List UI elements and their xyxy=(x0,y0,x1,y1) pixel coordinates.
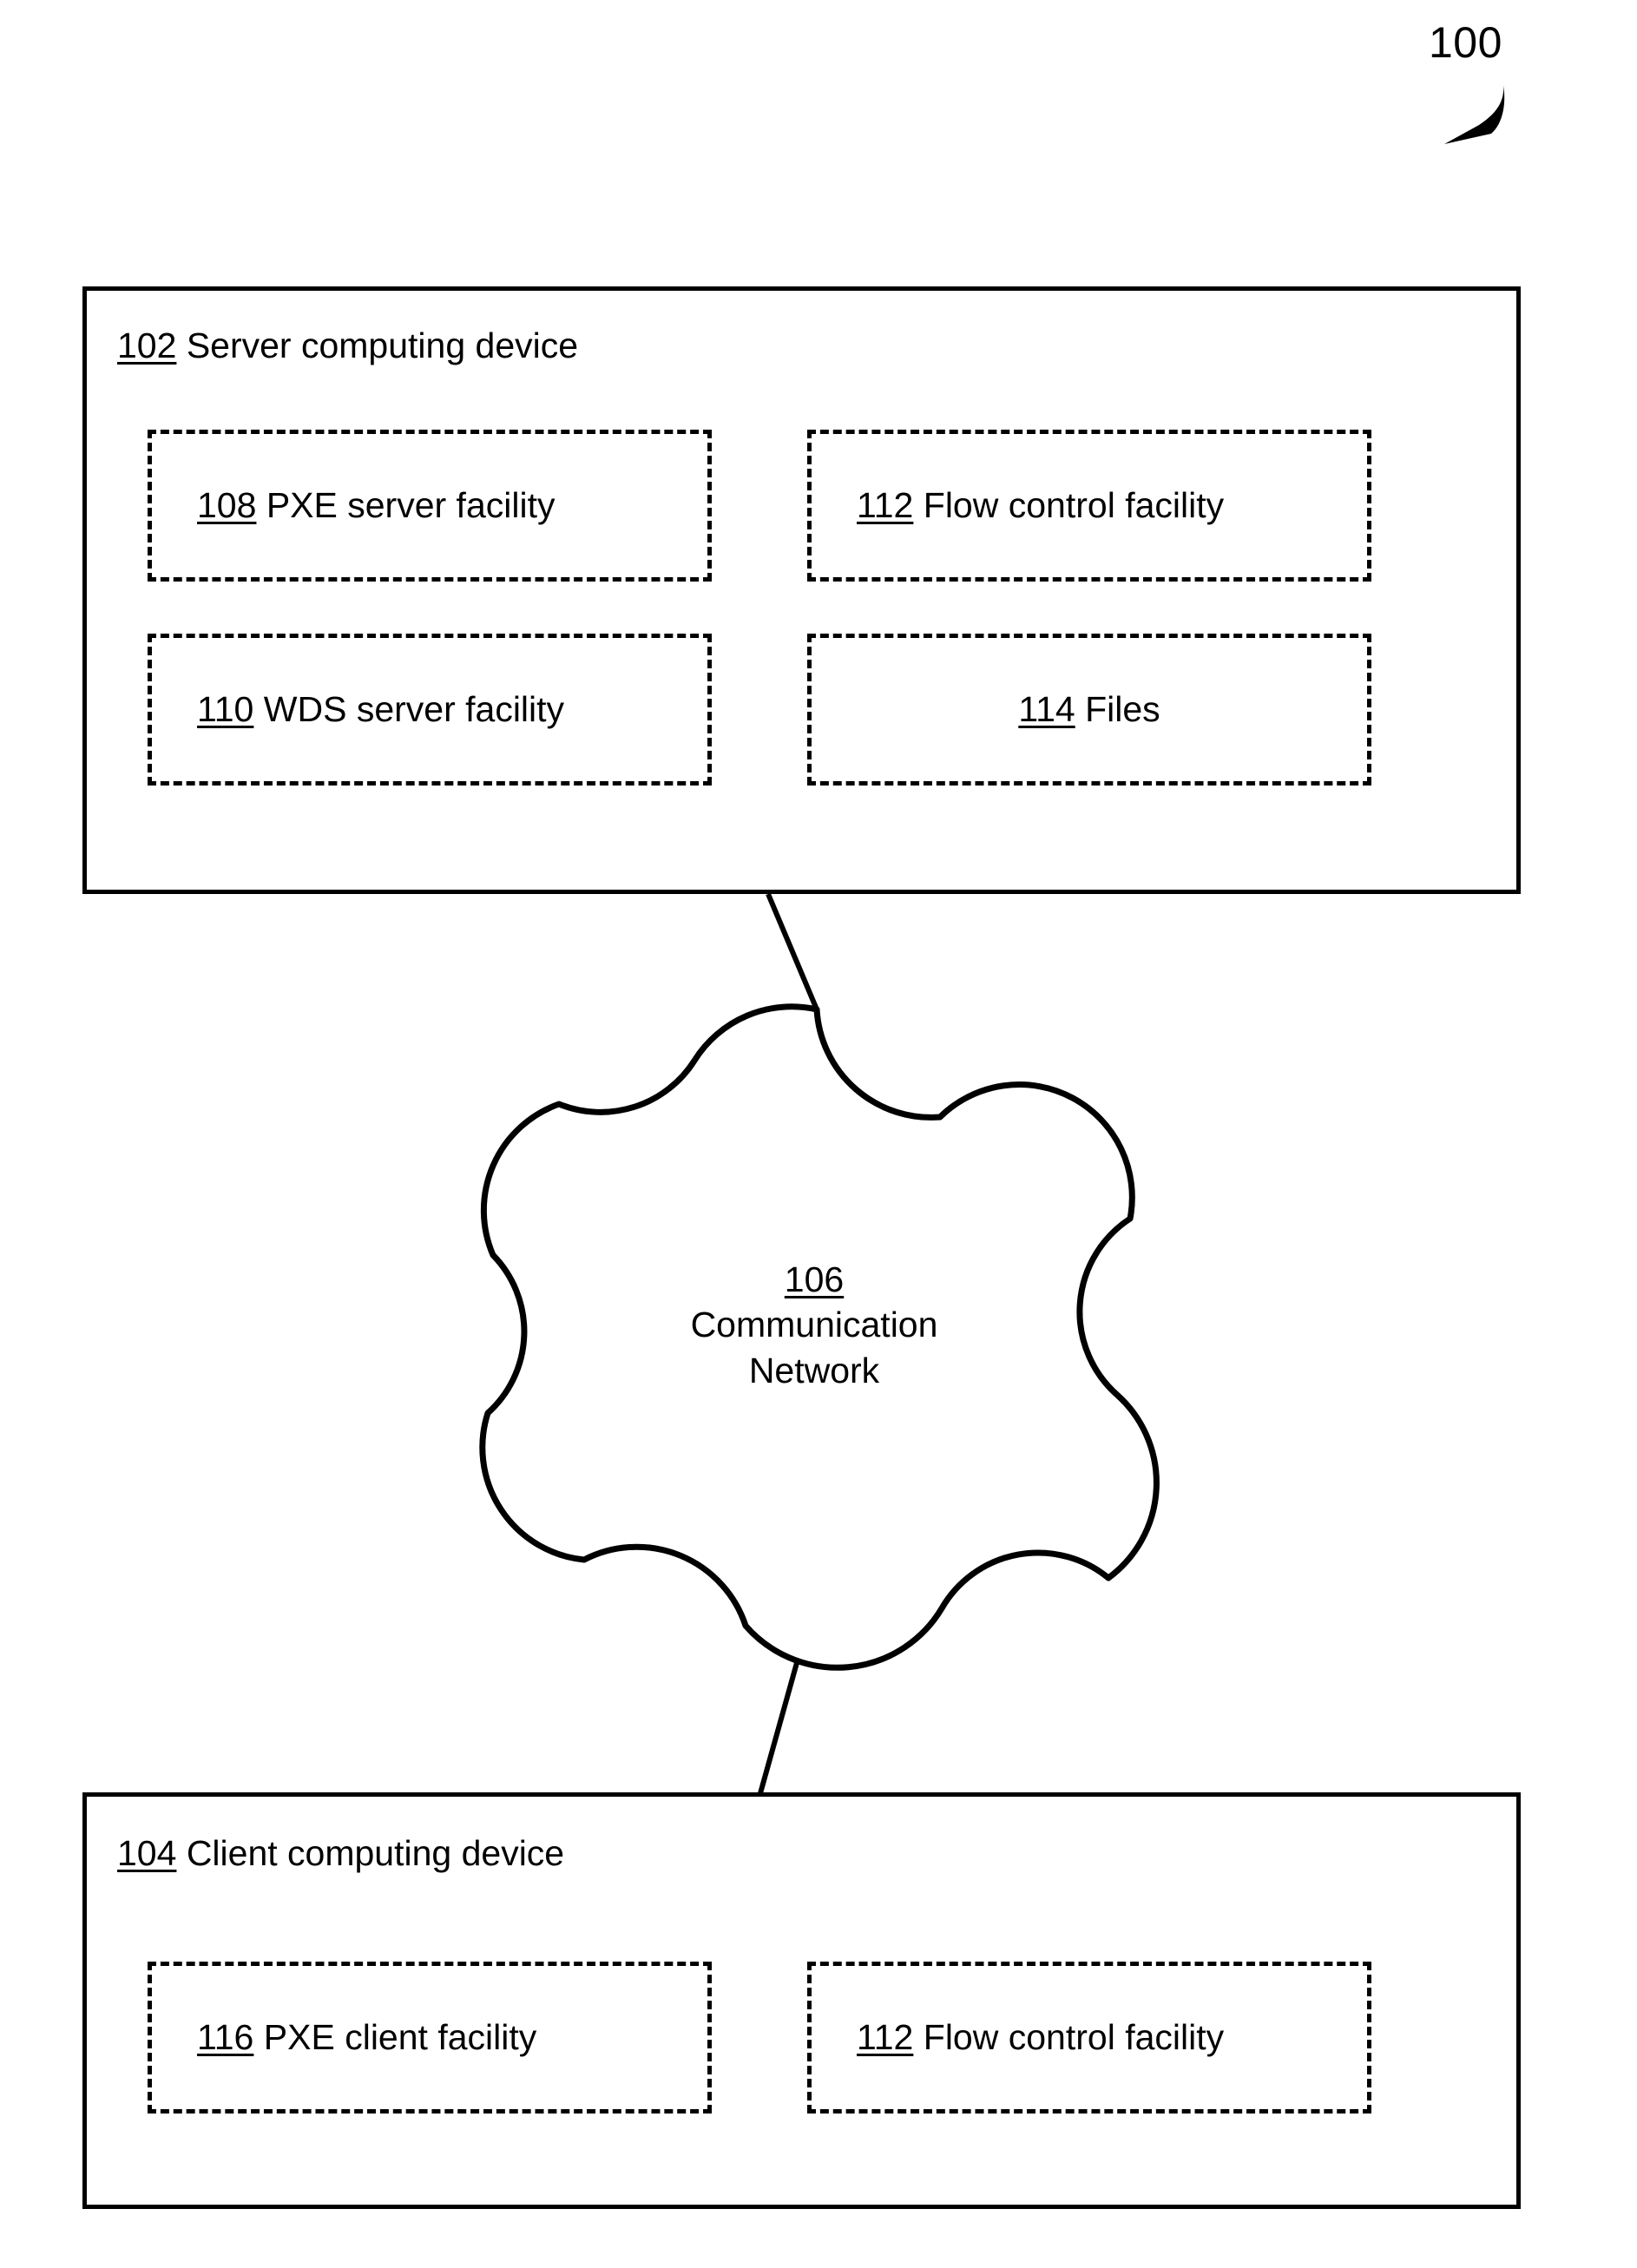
facility-pxe-client-text: PXE client facility xyxy=(263,2016,537,2057)
facility-files-label: 114 Files xyxy=(1018,689,1160,730)
facility-flow-control-server-label: 112 Flow control facility xyxy=(812,485,1224,526)
network-title-line-1: Communication xyxy=(690,1305,938,1345)
figure-canvas: 100 102 Server computing device 108 PXE … xyxy=(0,0,1637,2268)
network-ref-number: 106 xyxy=(784,1259,845,1299)
server-title-text: Server computing device xyxy=(186,325,579,365)
client-title-text: Client computing device xyxy=(186,1833,565,1873)
facility-files-ref: 114 xyxy=(1018,688,1075,729)
facility-flow-control-server: 112 Flow control facility xyxy=(807,430,1371,582)
facility-flow-control-server-ref: 112 xyxy=(857,484,914,525)
facility-flow-control-client-label: 112 Flow control facility xyxy=(812,2017,1224,2058)
facility-pxe-client-label: 116 PXE client facility xyxy=(152,2017,536,2058)
network-to-client-link xyxy=(758,1631,808,1794)
server-to-network-link xyxy=(766,892,819,1011)
facility-flow-control-server-text: Flow control facility xyxy=(923,484,1225,525)
figure-lead-arrow-icon xyxy=(1444,85,1505,144)
facility-pxe-server-ref: 108 xyxy=(197,484,257,525)
facility-pxe-server: 108 PXE server facility xyxy=(148,430,712,582)
network-label: 106 Communication Network xyxy=(554,1257,1075,1393)
server-computing-device-box: 102 Server computing device 108 PXE serv… xyxy=(82,286,1521,894)
figure-number: 100 xyxy=(1429,18,1502,67)
facility-pxe-client-ref: 116 xyxy=(197,2016,254,2057)
client-computing-device-box: 104 Client computing device 116 PXE clie… xyxy=(82,1792,1521,2209)
facility-flow-control-client-ref: 112 xyxy=(857,2016,914,2057)
facility-files-text: Files xyxy=(1085,688,1160,729)
server-box-title: 102 Server computing device xyxy=(117,325,578,366)
facility-files: 114 Files xyxy=(807,634,1371,786)
client-ref-number: 104 xyxy=(117,1833,177,1873)
facility-wds-server-label: 110 WDS server facility xyxy=(152,689,564,730)
facility-pxe-client: 116 PXE client facility xyxy=(148,1962,712,2114)
client-box-title: 104 Client computing device xyxy=(117,1833,564,1874)
facility-pxe-server-label: 108 PXE server facility xyxy=(152,485,555,526)
facility-wds-server: 110 WDS server facility xyxy=(148,634,712,786)
facility-flow-control-client-text: Flow control facility xyxy=(923,2016,1225,2057)
server-ref-number: 102 xyxy=(117,325,177,365)
facility-flow-control-client: 112 Flow control facility xyxy=(807,1962,1371,2114)
network-title-line-2: Network xyxy=(748,1350,880,1390)
network-ref-line: 106 xyxy=(554,1257,1075,1302)
facility-wds-server-ref: 110 xyxy=(197,688,254,729)
facility-wds-server-text: WDS server facility xyxy=(263,688,565,729)
facility-pxe-server-text: PXE server facility xyxy=(266,484,556,525)
